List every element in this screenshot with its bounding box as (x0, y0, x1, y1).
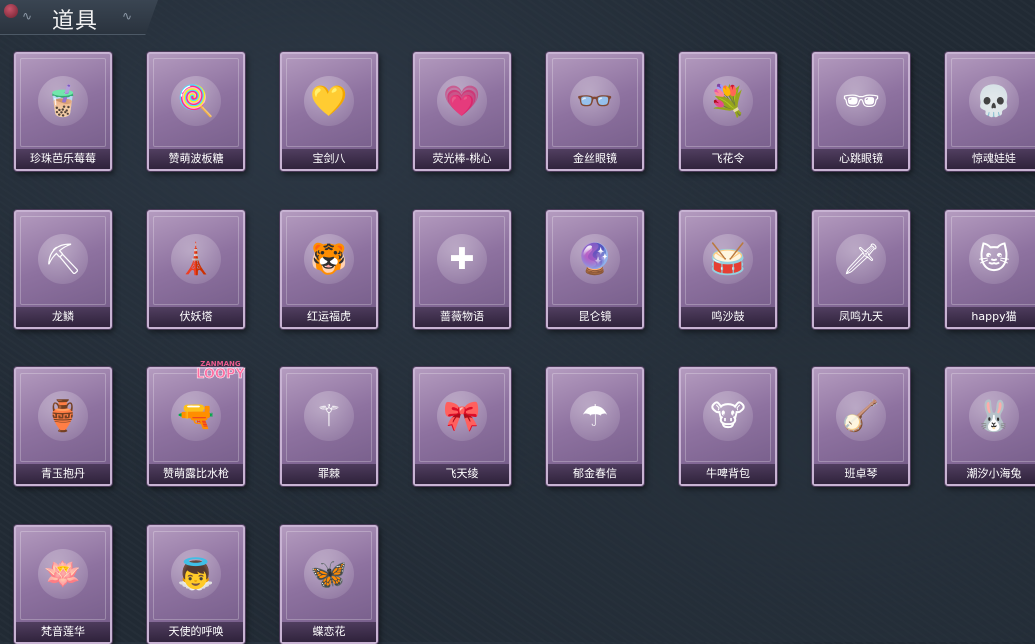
item-label: 伏妖塔 (149, 307, 243, 327)
item-card[interactable]: 💛 宝剑八 (280, 52, 378, 171)
staff-icon: ⚚ (304, 391, 354, 441)
umbrella-icon: ☂ (570, 391, 620, 441)
item-card[interactable]: 🐯 红运福虎 (280, 210, 378, 329)
item-label: 罪棘 (282, 464, 376, 484)
item-label: 青玉抱丹 (16, 464, 110, 484)
drum-icon: 🥁 (703, 234, 753, 284)
page-title: 道具 (52, 9, 99, 34)
header-bar: ∿ 道具 ∿ (0, 0, 158, 35)
heart-glasses-icon: 🕶 (836, 76, 886, 126)
item-label: 昆仑镜 (548, 307, 642, 327)
bottle-icon: 🧋 (38, 76, 88, 126)
item-card[interactable]: 🗼 伏妖塔 (147, 210, 245, 329)
item-card[interactable]: 🏺 青玉抱丹 (14, 367, 112, 486)
item-label: 蝶恋花 (282, 622, 376, 642)
item-card[interactable]: 🔮 昆仑镜 (546, 210, 644, 329)
angel-icon: 👼 (171, 549, 221, 599)
item-label: 宝剑八 (282, 149, 376, 169)
item-label: 赞萌露比水枪 (149, 464, 243, 484)
item-card[interactable]: 🐰 潮汐小海兔 (945, 367, 1035, 486)
item-card[interactable]: 🦋 蝶恋花 (280, 525, 378, 644)
item-label: 蔷薇物语 (415, 307, 509, 327)
item-card[interactable]: 🐮 牛啤背包 (679, 367, 777, 486)
item-label: 鸣沙鼓 (681, 307, 775, 327)
item-card[interactable]: 💐 飞花令 (679, 52, 777, 171)
item-card[interactable]: 🪷 梵音莲华 (14, 525, 112, 644)
item-card[interactable]: 👓 金丝眼镜 (546, 52, 644, 171)
sword-icon: 🗡 (836, 234, 886, 284)
item-card[interactable]: ☂ 郁金春信 (546, 367, 644, 486)
butterfly-chime-icon: 🦋 (304, 549, 354, 599)
first-aid-kit-icon: ✚ (437, 234, 487, 284)
item-label: 赞萌波板糖 (149, 149, 243, 169)
pagoda-icon: 🗼 (171, 234, 221, 284)
loopy-logo-badge: ZANMANG LOOPY (196, 361, 245, 382)
item-label: 凤鸣九天 (814, 307, 908, 327)
water-gun-icon: 🔫 (171, 391, 221, 441)
item-card[interactable]: 💗 荧光棒-桃心 (413, 52, 511, 171)
item-label: 惊魂娃娃 (947, 149, 1035, 169)
item-label: 牛啤背包 (681, 464, 775, 484)
lollipop-wand-icon: 🍭 (171, 76, 221, 126)
cow-backpack-icon: 🐮 (703, 391, 753, 441)
cat-icon: 🐱 (969, 234, 1019, 284)
item-label: 梵音莲华 (16, 622, 110, 642)
item-card[interactable]: 🐱 happy猫 (945, 210, 1035, 329)
shovel-icon: ⛏ (38, 234, 88, 284)
item-label: 郁金春信 (548, 464, 642, 484)
heart-wand-icon: 💗 (437, 76, 487, 126)
item-label: 天使的呼唤 (149, 622, 243, 642)
item-card[interactable]: 🪕 班卓琴 (812, 367, 910, 486)
red-gem-icon (4, 4, 18, 18)
item-card[interactable]: 🔫 赞萌露比水枪 (147, 367, 245, 486)
item-card[interactable]: 🥁 鸣沙鼓 (679, 210, 777, 329)
mirror-icon: 🔮 (570, 234, 620, 284)
item-label: 飞天绫 (415, 464, 509, 484)
item-label: 班卓琴 (814, 464, 908, 484)
skull-doll-icon: 💀 (969, 76, 1019, 126)
item-label: 金丝眼镜 (548, 149, 642, 169)
item-label: 荧光棒-桃心 (415, 149, 509, 169)
lotus-doll-icon: 🪷 (38, 549, 88, 599)
item-label: happy猫 (947, 307, 1035, 327)
tiger-icon: 🐯 (304, 234, 354, 284)
item-label: 红运福虎 (282, 307, 376, 327)
item-card[interactable]: 🍭 赞萌波板糖 (147, 52, 245, 171)
sea-rabbit-icon: 🐰 (969, 391, 1019, 441)
flower-bouquet-icon: 💐 (703, 76, 753, 126)
item-label: 心跳眼镜 (814, 149, 908, 169)
item-label: 飞花令 (681, 149, 775, 169)
vase-icon: 🏺 (38, 391, 88, 441)
item-card[interactable]: 🗡 凤鸣九天 (812, 210, 910, 329)
item-card[interactable]: 🕶 心跳眼镜 (812, 52, 910, 171)
item-card[interactable]: ⛏ 龙鳞 (14, 210, 112, 329)
glasses-icon: 👓 (570, 76, 620, 126)
item-label: 龙鳞 (16, 307, 110, 327)
banjo-beaver-icon: 🪕 (836, 391, 886, 441)
item-card[interactable]: ✚ 蔷薇物语 (413, 210, 511, 329)
item-card[interactable]: 💀 惊魂娃娃 (945, 52, 1035, 171)
item-card[interactable]: ⚚ 罪棘 (280, 367, 378, 486)
item-label: 潮汐小海兔 (947, 464, 1035, 484)
heart-locket-icon: 💛 (304, 76, 354, 126)
swirl-ornament-icon: ∿ (122, 9, 133, 23)
badge-line-2: LOOPY (196, 367, 245, 382)
item-card[interactable]: 👼 天使的呼唤 (147, 525, 245, 644)
item-card[interactable]: 🎀 飞天绫 (413, 367, 511, 486)
item-label: 珍珠芭乐莓莓 (16, 149, 110, 169)
ribbon-icon: 🎀 (437, 391, 487, 441)
swirl-ornament-icon: ∿ (22, 9, 33, 23)
item-card[interactable]: 🧋 珍珠芭乐莓莓 (14, 52, 112, 171)
